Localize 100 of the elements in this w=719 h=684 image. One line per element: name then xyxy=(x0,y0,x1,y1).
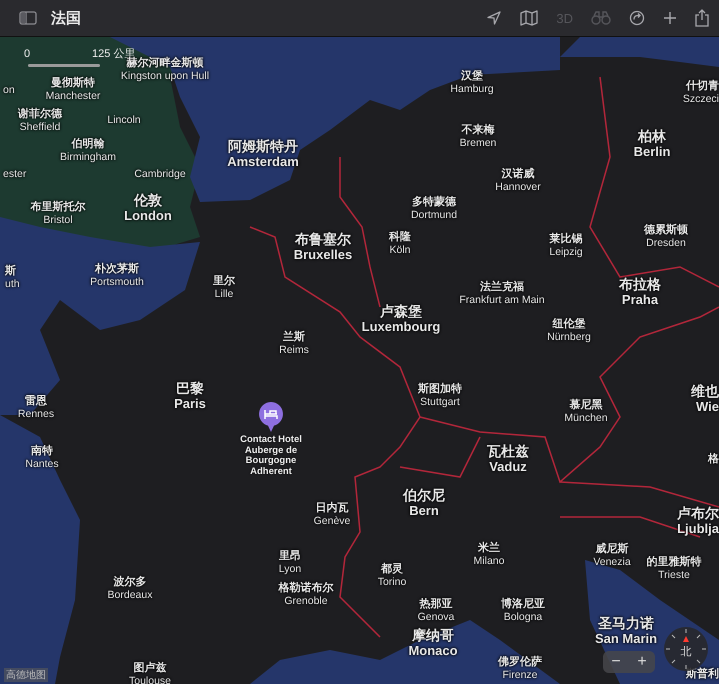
city-label: Monaco xyxy=(408,643,458,658)
city-label: 的里雅斯特 xyxy=(646,556,702,569)
city-label: 瓦杜兹 xyxy=(487,443,529,459)
city-label: Milano xyxy=(474,555,504,568)
city-label: 不来梅 xyxy=(462,124,494,137)
city-label: 斯普利 xyxy=(686,668,719,681)
city-label: Hannover xyxy=(495,181,541,194)
city-label: 日内瓦 xyxy=(316,502,348,515)
city-label: 米兰 xyxy=(478,542,500,555)
city-label: ester xyxy=(3,168,26,181)
city-label: 都灵 xyxy=(381,563,403,576)
sidebar-icon[interactable] xyxy=(19,11,37,25)
city-label: Toulouse xyxy=(128,675,172,684)
city-label: Nantes xyxy=(25,458,59,471)
city-label: Nürnberg xyxy=(547,331,591,344)
city-label: 图卢兹 xyxy=(134,662,166,675)
city-label: Genève xyxy=(314,515,350,528)
city-label: Portsmouth xyxy=(90,276,144,289)
city-label: Szczeci xyxy=(682,93,719,106)
city-label: 南特 xyxy=(31,445,53,458)
city-label: Torino xyxy=(378,576,406,589)
city-label: 慕尼黑 xyxy=(570,399,602,412)
city-label: 阿姆斯特丹 xyxy=(228,138,298,154)
city-label: 雷恩 xyxy=(25,395,47,408)
city-label: Lyon xyxy=(278,563,302,576)
city-label: 赫尔河畔金斯顿 xyxy=(126,57,204,70)
city-label: 柏林 xyxy=(638,128,666,144)
city-label: 纽伦堡 xyxy=(552,318,586,331)
city-label: Cambridge xyxy=(134,168,186,181)
city-label: Trieste xyxy=(658,569,690,582)
city-label: Grenoble xyxy=(284,595,328,608)
city-label: 兰斯 xyxy=(283,331,305,344)
city-label: 莱比锡 xyxy=(550,233,582,246)
city-label: München xyxy=(564,412,608,425)
city-label: 谢菲尔德 xyxy=(18,108,62,121)
city-label: 什切青 xyxy=(686,80,719,93)
city-label: 科隆 xyxy=(389,231,411,244)
city-label: 斯图加特 xyxy=(418,383,462,396)
city-label: on xyxy=(3,84,15,97)
plus-icon[interactable] xyxy=(663,11,677,25)
city-label: 多特蒙德 xyxy=(412,196,456,209)
city-label: 里昂 xyxy=(279,550,301,563)
city-label: 圣马力诺 xyxy=(598,615,654,631)
city-label: Genova xyxy=(418,611,454,624)
window-title: 法国 xyxy=(51,8,81,28)
attribution-label: 高德地图 xyxy=(4,668,48,682)
city-label: Praha xyxy=(622,292,658,307)
city-label: 卢布尔 xyxy=(677,505,719,521)
city-label: 波尔多 xyxy=(114,576,146,589)
city-label: Paris xyxy=(174,396,206,411)
city-label: Kingston upon Hull xyxy=(120,70,210,83)
city-label: uth xyxy=(5,278,20,291)
city-label: Amsterdam xyxy=(227,154,299,169)
city-label: 汉堡 xyxy=(461,70,483,83)
city-label: Hamburg xyxy=(450,83,494,96)
rotate-icon[interactable] xyxy=(629,10,645,26)
city-label: Dresden xyxy=(646,237,686,250)
city-label: 布拉格 xyxy=(619,276,661,292)
city-label: 巴黎 xyxy=(176,380,204,396)
city-label: 德累斯顿 xyxy=(644,224,688,237)
hotel-pin-icon[interactable] xyxy=(258,401,284,433)
city-label: 博洛尼亚 xyxy=(501,598,545,611)
scale-bar xyxy=(28,64,100,67)
city-label: Frankfurt am Main xyxy=(459,294,545,307)
city-label: Wie xyxy=(696,399,719,414)
city-label: 伯明翰 xyxy=(72,138,104,151)
city-label: San Marin xyxy=(594,631,658,646)
map-drawing[interactable] xyxy=(0,37,719,684)
city-label: Bremen xyxy=(460,137,496,150)
city-label: Vaduz xyxy=(489,459,527,474)
city-label: London xyxy=(124,208,172,223)
city-label: Venezia xyxy=(593,556,631,569)
map-icon[interactable] xyxy=(520,10,538,26)
city-label: Bruxelles xyxy=(294,247,352,262)
city-label: Ljublja xyxy=(677,521,719,536)
city-label: Reims xyxy=(279,344,309,357)
city-label: 曼彻斯特 xyxy=(51,77,95,90)
city-label: 法兰克福 xyxy=(480,281,524,294)
city-label: 朴次茅斯 xyxy=(95,263,139,276)
city-label: 布里斯托尔 xyxy=(30,201,86,214)
city-label: 汉诺威 xyxy=(502,168,534,181)
city-label: Bern xyxy=(409,503,439,518)
location-arrow-icon[interactable] xyxy=(486,10,502,26)
city-label: Birmingham xyxy=(60,151,116,164)
city-label: Bristol xyxy=(43,214,73,227)
hotel-label: Contact Hotel Auberge de Bourgogne Adherent xyxy=(239,435,303,477)
city-label: Manchester xyxy=(46,90,100,103)
city-label: Lincoln xyxy=(107,114,141,127)
zoom-out-button[interactable]: − xyxy=(603,651,629,673)
city-label: Dortmund xyxy=(410,209,458,222)
share-icon[interactable] xyxy=(695,9,709,27)
city-label: Bordeaux xyxy=(108,589,152,602)
city-label: Bologna xyxy=(504,611,542,624)
city-label: Firenze xyxy=(502,669,538,682)
city-label: Berlin xyxy=(634,144,670,159)
city-label: Sheffield xyxy=(20,121,60,134)
zoom-in-button[interactable]: + xyxy=(629,651,655,673)
city-label: 布鲁塞尔 xyxy=(295,231,351,247)
city-label: Köln xyxy=(389,244,410,257)
city-label: 伦敦 xyxy=(134,192,162,208)
